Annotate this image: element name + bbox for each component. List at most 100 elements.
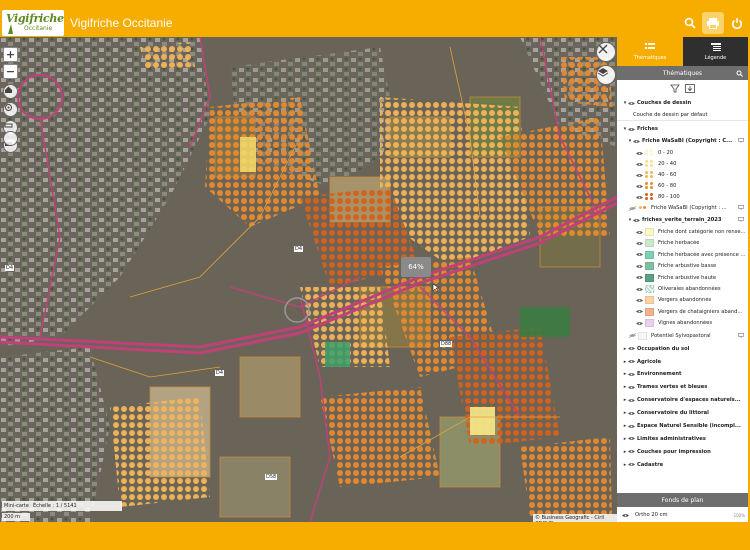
legend-class-terrain[interactable]: Friche arbustive haute [617, 273, 748, 283]
tab-legend[interactable]: Légende [683, 37, 748, 66]
eye-icon[interactable] [633, 218, 640, 223]
eye-icon[interactable] [636, 252, 643, 257]
legend-class-wasabi[interactable]: 40 - 60 [617, 170, 748, 180]
layer-group[interactable]: ▸ Limites administratives [617, 434, 748, 444]
legend-swatch [638, 204, 647, 212]
draw-tool-button[interactable] [596, 42, 616, 62]
eye-icon[interactable] [636, 184, 643, 189]
legend-class-terrain[interactable]: Vergers abandonnés [617, 295, 748, 305]
legend-class-terrain[interactable]: Vignes abandonnées [617, 318, 748, 328]
mini-map-toggle[interactable]: Mini-carte [4, 503, 29, 509]
layer-group-friches[interactable]: ▾ Friches [617, 124, 748, 134]
print-button[interactable] [702, 12, 724, 34]
legend-class-terrain[interactable]: Friche herbacée avec présence ... [617, 250, 748, 260]
layer-group[interactable]: ▸ Agricole [617, 357, 748, 367]
eye-icon[interactable] [636, 287, 643, 292]
layer-item-default-drawing[interactable]: Couche de dessin par défaut [617, 110, 748, 120]
search-button[interactable] [679, 12, 701, 34]
eye-icon[interactable] [628, 436, 635, 441]
eye-icon[interactable] [628, 411, 635, 416]
eye-icon[interactable] [628, 385, 635, 390]
eye-icon[interactable] [636, 309, 643, 314]
logout-button[interactable] [726, 12, 748, 34]
eye-icon[interactable] [636, 173, 643, 178]
eye-icon[interactable] [636, 275, 643, 280]
eye-icon[interactable] [636, 230, 643, 235]
tab-thematics[interactable]: Thématiques [617, 37, 683, 66]
eye-icon[interactable] [636, 151, 643, 156]
legend-class-terrain[interactable]: Friche dont catégorie non rense... [617, 227, 748, 237]
layer-tool-button[interactable] [596, 65, 616, 85]
eye-icon[interactable] [636, 195, 643, 200]
eye-icon[interactable] [636, 321, 643, 326]
eye-hidden-icon[interactable] [629, 205, 636, 211]
layer-item-terrain[interactable]: ▾ friches_verite_terrain_2023 [617, 215, 748, 225]
legend-class-label: Friche herbacée [658, 240, 700, 247]
app-logo[interactable]: Vigifriche Occitanie [2, 10, 64, 36]
basemap-item[interactable]: Ortho 20 cm 100% [617, 510, 748, 520]
eye-icon[interactable] [633, 139, 640, 144]
legend-class-label: Friche dont catégorie non rense... [658, 229, 746, 235]
home-extent-button[interactable] [3, 84, 18, 99]
layer-item-sylvopastoral[interactable]: Potentiel Sylvopastoral [617, 331, 748, 341]
eye-hidden-icon[interactable] [629, 333, 636, 339]
layer-group[interactable]: ▸ Trames vertes et bleues [617, 382, 748, 392]
app-window: Vigifriche Occitanie Vigifriche Occitani… [0, 0, 750, 550]
ruler-icon [4, 123, 13, 128]
layer-group[interactable]: ▸ Espace Naturel Sensible (incompl... [617, 421, 748, 431]
legend-class-wasabi[interactable]: 0 - 20 [617, 148, 748, 158]
map-canvas[interactable]: + − D4 D4 D88 D4 D58 64% Mini-carte Éche… [0, 37, 617, 522]
legend-class-wasabi[interactable]: 80 - 100 [617, 192, 748, 202]
eye-icon[interactable] [628, 101, 635, 106]
tab-thematics-label: Thématiques [633, 54, 667, 61]
legend-class-terrain[interactable]: Friche arbustive basse [617, 261, 748, 271]
eye-icon[interactable] [628, 346, 635, 351]
legend-class-terrain[interactable]: Oliveraies abandonnées [617, 284, 748, 294]
filter-icon[interactable] [670, 84, 680, 93]
eye-icon[interactable] [636, 241, 643, 246]
legend-class-terrain[interactable]: Friche herbacée [617, 238, 748, 248]
eye-icon[interactable] [636, 264, 643, 269]
eye-icon[interactable] [628, 127, 635, 132]
pointer-cursor-icon [432, 283, 440, 293]
legend-class-wasabi[interactable]: 20 - 40 [617, 159, 748, 169]
download-icon[interactable] [685, 84, 695, 93]
eye-icon[interactable] [628, 359, 635, 364]
legend-swatch [645, 285, 654, 293]
legend-swatch [645, 273, 654, 282]
road-label: D4 [5, 265, 15, 271]
layer-group[interactable]: ▸ Conservatoire du littoral [617, 408, 748, 418]
layer-group[interactable]: ▸ Environnement [617, 369, 748, 379]
legend-class-label: Vergers abandonnés [658, 297, 712, 304]
eye-icon[interactable] [628, 449, 635, 454]
layer-group-drawing[interactable]: ▾ Couches de dessin [617, 98, 748, 108]
layer-info-icon[interactable] [738, 332, 744, 338]
legend-swatch [645, 160, 654, 168]
eye-icon[interactable] [628, 372, 635, 377]
layer-info-icon[interactable] [738, 217, 744, 222]
layer-group[interactable]: ▸ Couches pour impression [617, 447, 748, 457]
layer-group[interactable]: ▸ Occupation du sol [617, 344, 748, 354]
section-title: Thématiques [662, 69, 703, 77]
search-icon[interactable] [736, 70, 743, 77]
layer-group[interactable]: ▸ Conservatoire d'espaces naturels... [617, 395, 748, 405]
eye-icon[interactable] [622, 513, 629, 518]
legend-swatch [645, 307, 654, 316]
eye-icon[interactable] [628, 462, 635, 467]
eye-icon[interactable] [628, 398, 635, 403]
layer-group[interactable]: ▸ Cadastre [617, 460, 748, 470]
zoom-in-button[interactable]: + [3, 47, 18, 62]
road-label: D4 [294, 246, 304, 252]
eye-icon[interactable] [636, 298, 643, 303]
layer-info-icon[interactable] [738, 138, 744, 143]
eye-icon[interactable] [628, 424, 635, 429]
zoom-out-button[interactable]: − [3, 64, 18, 79]
layer-item-wasabi-2[interactable]: Friche WaSaBI (Copyright : ... [617, 203, 748, 213]
layer-item-wasabi[interactable]: ▾ Friche WaSaBI (Copyright : C... [617, 136, 748, 146]
legend-class-terrain[interactable]: Vergers de chataigniers aband... [617, 307, 748, 317]
legend-class-wasabi[interactable]: 60 - 80 [617, 181, 748, 191]
layer-info-icon[interactable] [738, 205, 744, 210]
list-icon [645, 42, 655, 49]
eye-icon[interactable] [636, 162, 643, 167]
locate-button[interactable] [3, 102, 18, 117]
